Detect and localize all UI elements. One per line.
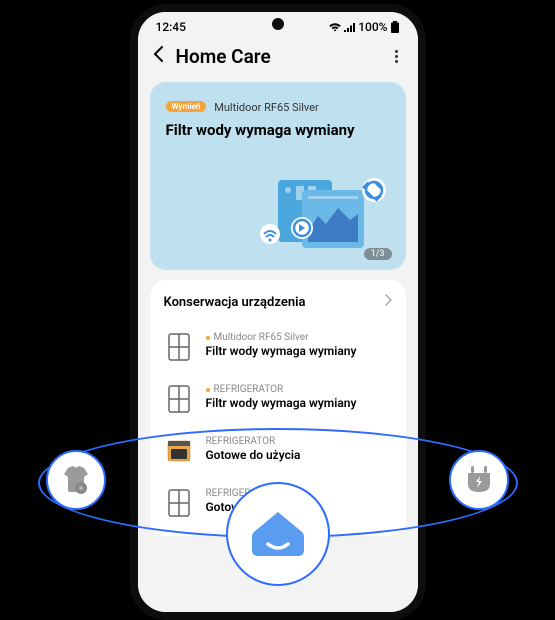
alert-dot-icon [206, 336, 210, 340]
plug-icon [461, 462, 497, 498]
battery-icon [390, 21, 400, 33]
fridge-icon [164, 332, 194, 362]
camera-punchhole [272, 18, 284, 30]
app-bar: Home Care [138, 38, 418, 76]
device-name: Multidoor RF65 Silver [206, 332, 392, 343]
chevron-right-icon [384, 294, 392, 310]
device-status: Filtr wody wymaga wymiany [206, 396, 392, 410]
chevron-left-icon [152, 45, 166, 63]
hero-headline: Filtr wody wymaga wymiany [166, 121, 390, 139]
laundry-badge [46, 450, 106, 510]
device-status: Filtr wody wymaga wymiany [206, 344, 392, 358]
fridge-icon [164, 384, 194, 414]
battery-text: 100% [358, 20, 387, 34]
shirt-icon [58, 462, 94, 498]
replace-badge: Wymień [166, 101, 207, 112]
section-title: Konserwacja urządzenia [164, 295, 306, 310]
device-name: REFRIGERATOR [206, 384, 392, 395]
hero-illustration [246, 160, 396, 260]
more-button[interactable] [389, 48, 404, 65]
hero-device-name: Multidoor RF65 Silver [214, 101, 318, 114]
page-title: Home Care [176, 45, 379, 68]
signal-icon [344, 22, 356, 32]
device-row[interactable]: REFRIGERATOR Filtr wody wymaga wymiany [164, 376, 392, 428]
hero-meta: Wymień Multidoor RF65 Silver [166, 96, 390, 115]
device-row[interactable]: Multidoor RF65 Silver Filtr wody wymaga … [164, 324, 392, 376]
power-badge [449, 450, 509, 510]
pager-indicator: 1/3 [364, 248, 392, 260]
back-button[interactable] [152, 44, 166, 68]
home-icon [248, 504, 308, 564]
home-badge [226, 482, 330, 586]
status-indicators: 100% [328, 20, 399, 34]
alert-dot-icon [206, 388, 210, 392]
wifi-icon [328, 22, 342, 32]
status-time: 12:45 [156, 20, 186, 34]
hero-card[interactable]: Wymień Multidoor RF65 Silver Filtr wody … [150, 82, 406, 270]
maintenance-header[interactable]: Konserwacja urządzenia [164, 294, 392, 310]
